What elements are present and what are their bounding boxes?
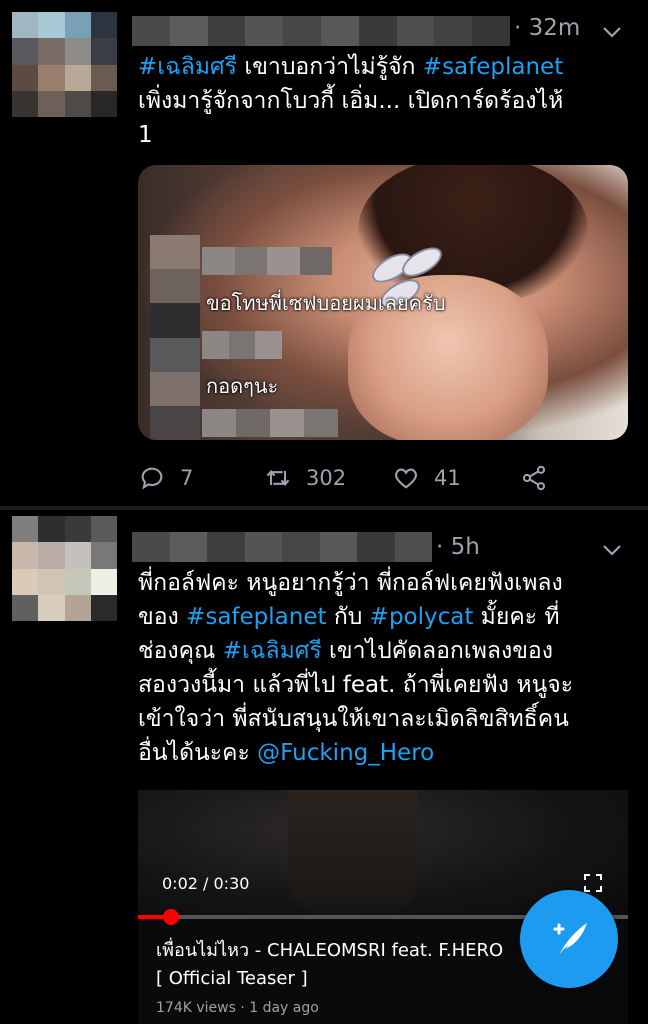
retweet-button[interactable]: 302: [264, 460, 346, 496]
heart-icon: [395, 468, 417, 489]
blurred-name: [202, 247, 332, 275]
retweet-icon: [266, 469, 290, 487]
comment-overlay-text: ขอโทษพี่เซฟบอยผมเลยครับ: [206, 291, 446, 315]
divider: [0, 506, 648, 510]
video-views: 174K views · 1 day ago: [156, 1000, 319, 1016]
compose-tweet-icon: [553, 923, 587, 955]
chevron-down-icon[interactable]: [600, 20, 624, 44]
chevron-down-icon[interactable]: [600, 538, 624, 562]
compose-tweet-button[interactable]: [520, 890, 618, 988]
tweet-timestamp: · 32m: [514, 15, 581, 41]
tweet-text-segment: กับ: [326, 604, 370, 630]
comment-overlay-text: กอดๆนะ: [206, 374, 279, 398]
hashtag-link[interactable]: #polycat: [370, 604, 474, 630]
hashtag-link[interactable]: #safeplanet: [423, 54, 563, 80]
progress-knob[interactable]: [162, 909, 179, 925]
username-blurred: [132, 532, 432, 562]
reply-icon: [141, 467, 163, 490]
blurred-name: [202, 409, 338, 437]
time-value: 5h: [450, 534, 480, 560]
mention-link[interactable]: @Fucking_Hero: [257, 740, 434, 766]
retweet-count: 302: [306, 466, 347, 490]
hashtag-link[interactable]: #safeplanet: [186, 604, 326, 630]
reply-button[interactable]: 7: [138, 460, 193, 496]
username-blurred: [132, 16, 510, 46]
like-count: 41: [434, 466, 461, 490]
blurred-avatar-column: [150, 235, 200, 440]
avatar[interactable]: [12, 516, 117, 621]
tweet[interactable]: · 32m #เฉลิมศรี เขาบอกว่าไม่รู้จัก #safe…: [0, 0, 648, 505]
video-frame: [288, 790, 418, 918]
tweet-text: #เฉลิมศรี เขาบอกว่าไม่รู้จัก #safeplanet…: [138, 50, 634, 152]
like-button[interactable]: 41: [392, 460, 461, 496]
tweet-media-image[interactable]: ขอโทษพี่เซฟบอยผมเลยครับ กอดๆนะ: [138, 165, 628, 440]
time-value: 32m: [528, 15, 581, 41]
tweet-text-segment: เขาบอกว่าไม่รู้จัก: [237, 54, 423, 80]
share-button[interactable]: [520, 460, 548, 496]
hashtag-link[interactable]: #เฉลิมศรี: [223, 638, 322, 664]
reply-count: 7: [180, 466, 194, 490]
tweet-text: พี่กอล์ฟคะ หนูอยากรู้ว่า พี่กอล์ฟเคยฟังเ…: [138, 566, 634, 770]
fullscreen-icon[interactable]: [583, 873, 603, 893]
tweet-timestamp: · 5h: [436, 534, 480, 560]
hashtag-link[interactable]: #เฉลิมศรี: [138, 54, 237, 80]
tweet-text-segment: เพิ่งมารู้จักจากโบวกี้ เอิ่ม... เปิดการ์…: [138, 88, 564, 148]
avatar[interactable]: [12, 12, 117, 117]
blurred-name: [202, 331, 283, 359]
video-title[interactable]: เพื่อนไม่ไหว - CHALEOMSRI feat. F.HERO […: [156, 937, 556, 993]
video-time: 0:02 / 0:30: [162, 874, 250, 893]
tweet-actions: 7 302 41: [138, 460, 608, 496]
share-icon: [522, 465, 546, 491]
